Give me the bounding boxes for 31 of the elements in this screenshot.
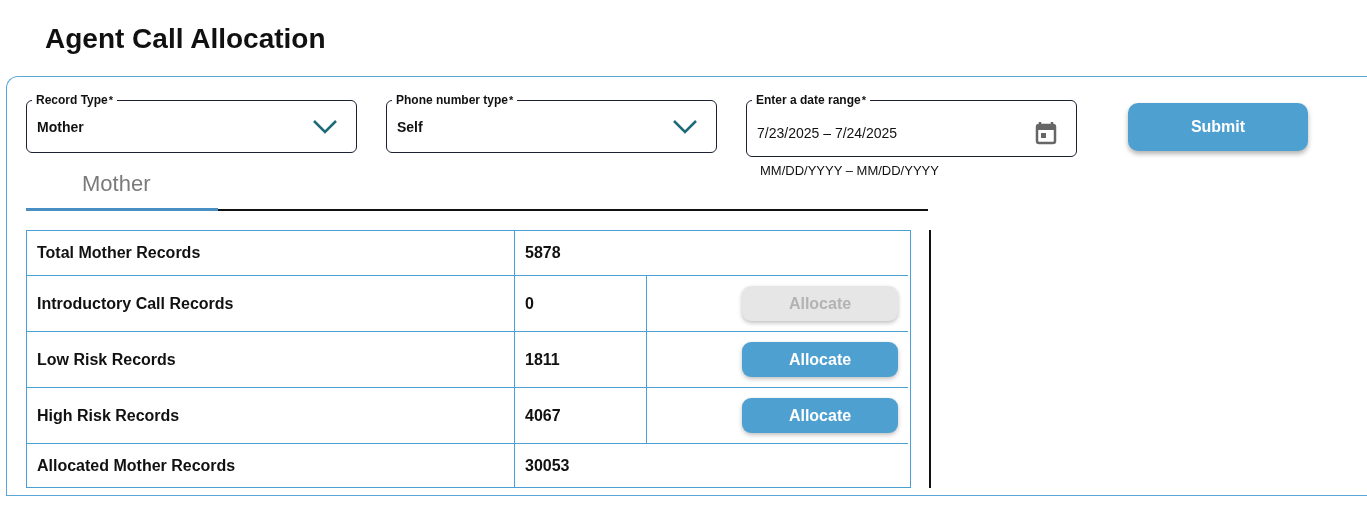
table-cell: Introductory Call Records xyxy=(27,275,514,331)
select-field[interactable]: Record Type* Mother xyxy=(26,92,357,153)
tab[interactable]: Mother xyxy=(26,168,218,211)
field-value: Mother xyxy=(37,118,84,135)
field-label: Enter a date range xyxy=(756,93,861,107)
table-cell: 0 xyxy=(514,275,646,331)
helper-text: MM/DD/YYYY – MM/DD/YYYY xyxy=(759,162,940,178)
field-label: Phone number type xyxy=(396,93,508,107)
table-cell: 4067 xyxy=(514,387,646,443)
calendar-icon[interactable] xyxy=(1035,120,1057,145)
select-field[interactable]: Phone number type* Self xyxy=(386,92,717,153)
date-range-field[interactable]: Enter a date range* 7/23/2025 – 7/24/2025 xyxy=(746,92,1077,157)
chevron-down-icon xyxy=(312,118,338,135)
allocate-button[interactable]: Allocate xyxy=(742,342,898,377)
table-cell: 1811 xyxy=(514,331,646,387)
field-value: Self xyxy=(397,118,423,135)
field-value: 7/23/2025 – 7/24/2025 xyxy=(757,124,898,141)
table-cell: 30053 xyxy=(514,443,908,487)
table-cell: 5878 xyxy=(514,231,908,275)
table-cell-text: Total Mother Records xyxy=(36,243,202,263)
required-mark: * xyxy=(108,93,114,107)
page-title: Agent Call Allocation xyxy=(44,22,327,56)
required-mark: * xyxy=(509,93,514,107)
table-cell: High Risk Records xyxy=(27,387,514,443)
submit-button[interactable]: Submit xyxy=(1128,103,1308,151)
allocate-button[interactable]: Allocate xyxy=(742,398,898,433)
chevron-down-icon xyxy=(672,118,698,135)
field-label: Record Type xyxy=(36,93,108,107)
required-mark: * xyxy=(861,93,866,107)
table-cell: Allocated Mother Records xyxy=(27,443,514,487)
table-cell: Low Risk Records xyxy=(27,331,514,387)
